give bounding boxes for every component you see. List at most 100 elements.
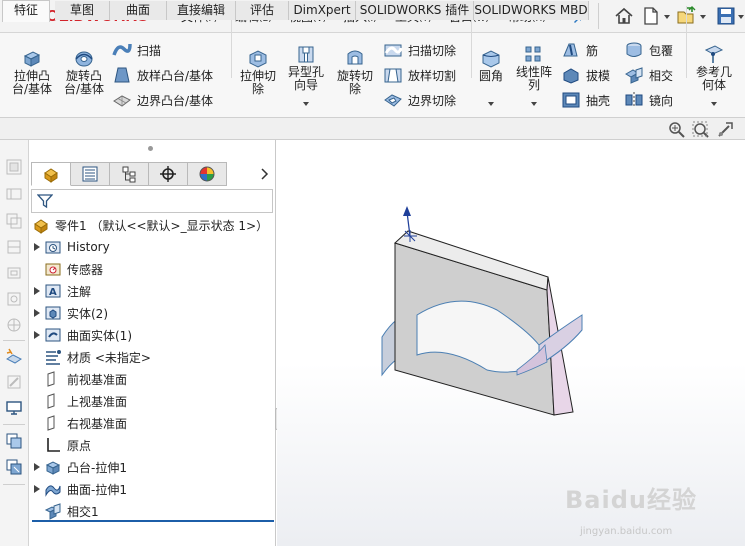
chevron-right-icon[interactable] <box>260 167 270 181</box>
hole-wizard-icon <box>298 46 314 63</box>
tree-item-right-plane[interactable]: 右视基准面 <box>32 413 127 433</box>
solid-bodies-icon <box>44 304 62 322</box>
tab-surfaces[interactable]: 曲面 <box>110 1 167 20</box>
extruded-cut-button[interactable]: 拉伸切 除 <box>236 48 280 96</box>
svg-text:A: A <box>49 287 57 298</box>
view-heads-up-toolbar <box>668 121 734 139</box>
tree-item-front-plane[interactable]: 前视基准面 <box>32 369 127 389</box>
hole-wizard-button[interactable]: 异型孔 向导 <box>283 44 329 92</box>
expand-arrow-icon[interactable] <box>32 330 42 340</box>
property-manager-icon <box>82 166 98 182</box>
draft-button[interactable]: 拔模 <box>561 66 610 84</box>
loft-boss-icon <box>114 67 130 83</box>
save-icon[interactable] <box>716 6 736 26</box>
expand-arrow-icon[interactable] <box>32 462 42 472</box>
feature-tree-filter[interactable] <box>31 189 273 213</box>
draft-icon <box>563 68 579 84</box>
instant-3d-icon[interactable] <box>5 347 23 365</box>
tree-item-solid-bodies[interactable]: 实体(2) <box>32 303 108 323</box>
tree-item-material[interactable]: 材质 <未指定> <box>32 347 151 367</box>
reference-geometry-icon <box>704 45 724 63</box>
intersect-button[interactable]: 相交 <box>624 66 673 84</box>
quick-snaps-icon[interactable] <box>5 373 23 391</box>
tree-item-top-plane[interactable]: 上视基准面 <box>32 391 127 411</box>
fillet-dropdown-chevron-icon[interactable] <box>488 102 494 106</box>
zoom-to-fit-icon[interactable] <box>668 121 686 139</box>
new-dropdown-chevron-icon[interactable] <box>664 15 670 19</box>
wrap-button[interactable]: 包覆 <box>624 41 673 59</box>
expand-arrow-icon[interactable] <box>32 308 42 318</box>
loft-boss-button[interactable]: 放样凸台/基体 <box>112 66 213 84</box>
sweep-button[interactable]: 扫描 <box>112 41 161 59</box>
smart-dimension-icon[interactable] <box>5 185 23 203</box>
tab-sketch[interactable]: 草图 <box>55 1 110 20</box>
tab-evaluate[interactable]: 评估 <box>236 1 289 20</box>
tree-item-boss-extrude1[interactable]: 凸台-拉伸1 <box>32 457 127 477</box>
linear-pattern-button[interactable]: 线性阵 列 <box>512 44 556 92</box>
home-icon[interactable] <box>614 6 634 26</box>
sketch-tool-icon[interactable] <box>5 158 23 176</box>
expand-arrow-icon[interactable] <box>32 242 42 252</box>
tree-item-history[interactable]: History <box>32 237 110 257</box>
revolve-boss-button[interactable]: 旋转凸 台/基体 <box>59 48 109 96</box>
fillet-button[interactable]: 圆角 <box>474 48 508 83</box>
expand-arrow-icon[interactable] <box>32 286 42 296</box>
tab-features[interactable]: 特征 <box>2 0 50 22</box>
rollback-bar[interactable] <box>32 520 274 522</box>
pattern-dropdown-chevron-icon[interactable] <box>531 102 537 106</box>
watermark-url: jingyan.baidu.com <box>580 526 673 537</box>
offset-entities-icon[interactable] <box>5 264 23 282</box>
strip-separator <box>3 340 25 341</box>
repair-sketch-icon[interactable] <box>5 238 23 256</box>
ref-geometry-dropdown-chevron-icon[interactable] <box>711 102 717 106</box>
tab-dimxpert[interactable]: DimXpert <box>289 1 356 20</box>
feature-manager-tab[interactable] <box>31 162 71 186</box>
move-face-icon[interactable] <box>5 432 23 450</box>
tree-item-sensors[interactable]: 传感器 <box>32 259 103 279</box>
configuration-manager-tab[interactable] <box>110 162 149 186</box>
shell-button[interactable]: 抽壳 <box>561 91 610 109</box>
panel-grip-handle[interactable] <box>148 146 153 151</box>
previous-view-icon[interactable] <box>716 121 734 139</box>
rib-icon <box>563 43 578 57</box>
revolved-cut-button[interactable]: 旋转切 除 <box>332 48 378 96</box>
3d-sketch-icon[interactable] <box>5 316 23 334</box>
display-manager-icon[interactable] <box>5 399 23 417</box>
tree-item-annotations[interactable]: A 注解 <box>32 281 91 301</box>
tab-solidworks-addins[interactable]: SOLIDWORKS 插件 <box>356 1 474 20</box>
configuration-manager-icon <box>122 166 136 183</box>
tree-item-origin[interactable]: 原点 <box>32 435 91 455</box>
boundary-cut-button[interactable]: 边界切除 <box>383 91 456 109</box>
tree-item-surface-extrude1[interactable]: 曲面-拉伸1 <box>32 479 127 499</box>
save-dropdown-chevron-icon[interactable] <box>738 15 744 19</box>
relation-icon[interactable] <box>5 212 23 230</box>
open-dropdown-chevron-icon[interactable] <box>700 15 706 19</box>
delete-face-icon[interactable] <box>5 458 23 476</box>
property-manager-tab[interactable] <box>71 162 110 186</box>
tree-root-part[interactable]: 零件1 （默认<<默认>_显示状态 1>） <box>32 215 268 235</box>
swept-cut-icon <box>384 44 403 57</box>
revolve-boss-icon <box>75 51 93 67</box>
boundary-boss-button[interactable]: 边界凸台/基体 <box>112 91 213 109</box>
reference-geometry-button[interactable]: 参考几 何体 <box>692 44 736 92</box>
tab-solidworks-mbd[interactable]: SOLIDWORKS MBD <box>474 1 589 20</box>
dimxpert-manager-tab[interactable] <box>149 162 188 186</box>
swept-cut-button[interactable]: 扫描切除 <box>383 41 456 59</box>
extrude-boss-button[interactable]: 拉伸凸 台/基体 <box>8 48 56 96</box>
tree-item-surface-bodies[interactable]: 曲面实体(1) <box>32 325 132 345</box>
zoom-to-area-icon[interactable] <box>692 121 710 139</box>
mirror-button[interactable]: 镜向 <box>624 91 673 109</box>
tree-item-intersect1[interactable]: 相交1 <box>32 501 99 521</box>
new-document-icon[interactable] <box>641 6 661 26</box>
part-name: 零件1 （默认<<默认>_显示状态 1>） <box>55 218 269 233</box>
lofted-cut-button[interactable]: 放样切割 <box>383 66 456 84</box>
display-manager-tab[interactable] <box>188 162 227 186</box>
wrap-icon <box>626 42 642 57</box>
hole-wizard-dropdown-chevron-icon[interactable] <box>303 102 309 106</box>
convert-entities-icon[interactable] <box>5 290 23 308</box>
expand-arrow-icon[interactable] <box>32 484 42 494</box>
rib-button[interactable]: 筋 <box>561 41 598 59</box>
tab-direct-editing[interactable]: 直接编辑 <box>167 1 236 20</box>
shell-icon <box>562 92 580 108</box>
annotation-icon: A <box>44 282 62 300</box>
